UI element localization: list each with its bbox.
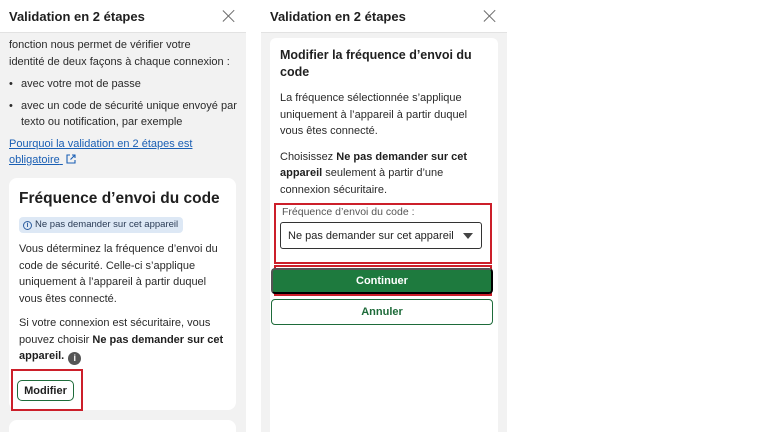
bullet-list: avec votre mot de passe avec un code de … [9,76,237,131]
next-card [9,420,236,432]
intro-line-2: identité de deux façons à chaque connexi… [9,55,230,68]
list-item: avec un code de sécurité unique envoyé p… [9,98,237,131]
card-paragraph-1: Vous déterminez la fréquence d’envoi du … [19,243,218,305]
status-badge-label: Ne pas demander sur cet appareil [35,219,179,230]
intro-text: fonction nous permet de vérifier votre i… [0,33,246,168]
info-icon[interactable]: i [68,352,82,365]
modify-button[interactable]: Modifier [17,380,74,401]
left-header: Validation en 2 étapes [0,0,246,33]
left-panel: Validation en 2 étapes fonction nous per… [0,0,246,432]
frequency-select[interactable]: Ne pas demander sur cet appareil [280,222,482,249]
why-required-link[interactable]: Pourquoi la validation en 2 étapes est o… [9,136,237,168]
external-link-icon [66,153,76,164]
card-paragraph-2: Si votre connexion est sécuritaire, vous… [19,315,226,365]
caret-down-icon [463,233,473,239]
dialog-paragraph-2-prefix: Choisissez [280,150,337,163]
why-required-link-text: Pourquoi la validation en 2 étapes est o… [9,137,193,166]
dialog-paragraph-1: La fréquence sélectionnée s’applique uni… [280,92,468,137]
status-badge: i Ne pas demander sur cet appareil [19,217,184,233]
dialog-title: Modifier la fréquence d’envoi du code [280,48,472,79]
cancel-button[interactable]: Annuler [271,299,493,325]
header-title: Validation en 2 étapes [9,8,145,24]
dialog-paragraph-2: Choisissez Ne pas demander sur cet appar… [280,149,488,199]
continue-button[interactable]: Continuer [271,268,493,294]
frequency-select-label: Fréquence d’envoi du code : [282,206,415,218]
intro-paragraph: fonction nous permet de vérifier votre i… [9,37,237,70]
right-header: Validation en 2 étapes [261,0,507,33]
list-item: avec votre mot de passe [9,76,237,93]
info-icon: i [23,220,32,230]
intro-line-1: fonction nous permet de vérifier votre [9,39,191,51]
close-icon[interactable] [221,8,237,24]
header-title: Validation en 2 étapes [270,8,406,24]
card-title: Fréquence d’envoi du code [19,190,220,207]
frequency-select-value: Ne pas demander sur cet appareil [288,229,454,242]
close-icon[interactable] [482,8,498,24]
